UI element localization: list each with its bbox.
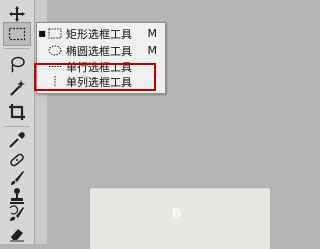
tools-panel (0, 0, 35, 244)
move-icon (9, 6, 25, 22)
menu-item-label: 椭圆选框工具 (66, 44, 132, 58)
menu-item-ellipse-marquee[interactable]: 椭圆选框工具 M (37, 42, 165, 59)
crop-icon (9, 104, 25, 120)
menu-item-shortcut: M (147, 27, 158, 40)
rect-marquee-icon (47, 27, 63, 41)
lasso-icon (11, 56, 25, 73)
ellipse-marquee-icon (47, 44, 63, 58)
menu-item-shortcut: M (147, 44, 158, 57)
eraser-tool[interactable] (3, 222, 31, 246)
selected-bullet-icon: ■ (38, 29, 46, 38)
marquee-tool[interactable] (3, 22, 31, 46)
eraser-icon (10, 229, 24, 242)
lasso-tool[interactable] (3, 52, 31, 76)
rect-marquee-icon (8, 27, 26, 41)
magic-wand-icon (10, 80, 25, 96)
crop-tool[interactable] (3, 100, 31, 124)
highlight-box (34, 63, 156, 91)
magic-wand-tool[interactable] (3, 76, 31, 100)
menu-item-rect-marquee[interactable]: ■ 矩形选框工具 M (37, 25, 165, 42)
history-brush-icon (9, 205, 24, 221)
menu-item-label: 矩形选框工具 (66, 27, 132, 41)
document-text: B (172, 206, 182, 220)
eyedropper-icon (9, 132, 25, 148)
